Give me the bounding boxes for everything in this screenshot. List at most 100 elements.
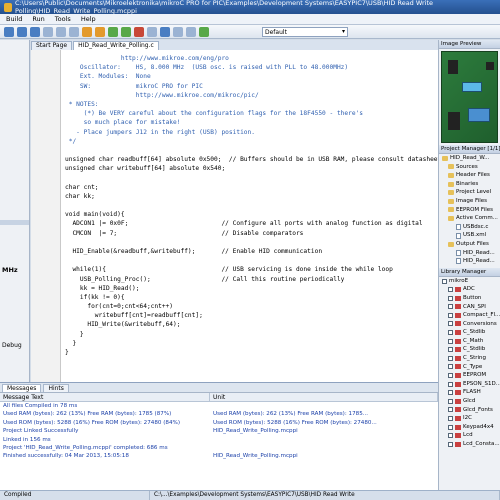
copy-icon[interactable]: [56, 26, 66, 37]
program-icon[interactable]: [134, 26, 144, 37]
tab-hints[interactable]: Hints: [43, 384, 69, 392]
library-item[interactable]: ADC: [442, 285, 500, 294]
open-file-icon[interactable]: [17, 26, 27, 37]
undo-icon[interactable]: [82, 26, 92, 37]
checkbox-icon[interactable]: [448, 390, 453, 396]
tab-messages[interactable]: Messages: [2, 384, 42, 392]
checkbox-icon[interactable]: [448, 287, 453, 293]
library-item[interactable]: Lcd: [442, 431, 500, 440]
redo-icon[interactable]: [95, 26, 105, 37]
checkbox-icon[interactable]: [448, 373, 453, 379]
checkbox-icon[interactable]: [448, 330, 453, 336]
board-chip: [448, 112, 460, 130]
message-row[interactable]: Used RAM (bytes): 262 (13%) Free RAM (by…: [0, 410, 438, 418]
cut-icon[interactable]: [43, 26, 53, 37]
message-row[interactable]: Used ROM (bytes): 5288 (16%) Free ROM (b…: [0, 419, 438, 427]
checkbox-icon[interactable]: [448, 424, 453, 430]
checkbox-icon[interactable]: [448, 364, 453, 370]
library-item[interactable]: CAN_SPI: [442, 303, 500, 312]
checkbox-icon[interactable]: [448, 347, 453, 353]
options-icon[interactable]: [147, 26, 157, 37]
new-file-icon[interactable]: [4, 26, 14, 37]
project-tree-item[interactable]: USB.xml: [442, 231, 500, 240]
library-icon: [455, 304, 461, 310]
library-item[interactable]: C_Math: [442, 337, 500, 346]
left-pane: MHz Debug: [0, 40, 30, 382]
library-item[interactable]: Button: [442, 294, 500, 303]
library-item[interactable]: EEPROM: [442, 371, 500, 380]
project-tree-item[interactable]: HID_Read...: [442, 257, 500, 266]
project-tree-item[interactable]: Active Comm...: [442, 214, 500, 223]
project-tree-item[interactable]: USBdsc.c: [442, 223, 500, 232]
message-row[interactable]: Linked in 156 ms: [0, 436, 438, 444]
build-all-icon[interactable]: [121, 26, 131, 37]
project-tree-item[interactable]: HID_Read_W...: [442, 154, 500, 163]
library-item[interactable]: Glcd_Fonts: [442, 406, 500, 415]
library-icon: [455, 416, 461, 422]
checkbox-icon[interactable]: [448, 312, 453, 318]
menu-help[interactable]: Help: [81, 15, 96, 23]
checkbox-icon[interactable]: [448, 381, 453, 387]
replace-icon[interactable]: [186, 26, 196, 37]
project-tree-item[interactable]: Project Level: [442, 188, 500, 197]
checkbox-icon[interactable]: [442, 278, 447, 284]
library-root[interactable]: mikroE: [442, 277, 500, 286]
project-tree-item[interactable]: HID_Read...: [442, 249, 500, 258]
debug-icon[interactable]: [160, 26, 170, 37]
message-row[interactable]: All files Compiled in 78 ms: [0, 402, 438, 410]
file-icon: [456, 224, 461, 231]
library-item[interactable]: Glcd: [442, 397, 500, 406]
checkbox-icon[interactable]: [448, 416, 453, 422]
column-unit[interactable]: Unit: [210, 393, 438, 401]
checkbox-icon[interactable]: [448, 355, 453, 361]
library-item[interactable]: Conversions: [442, 320, 500, 329]
code-editor[interactable]: http://www.mikroe.com/eng/pro Oscillator…: [31, 50, 438, 382]
library-item[interactable]: Keypad4x4: [442, 423, 500, 432]
checkbox-icon[interactable]: [448, 338, 453, 344]
project-tree-item[interactable]: EEPROM Files: [442, 206, 500, 215]
board-chip: [486, 62, 494, 70]
board-glcd-display: [468, 108, 490, 122]
tab-start-page[interactable]: Start Page: [31, 41, 73, 50]
run-icon[interactable]: [199, 26, 209, 37]
project-tree-item[interactable]: Sources: [442, 163, 500, 172]
checkbox-icon[interactable]: [448, 441, 453, 447]
menu-run[interactable]: Run: [32, 15, 44, 23]
message-row[interactable]: Project 'HID_Read_Write_Polling.mcppi' c…: [0, 444, 438, 452]
library-item[interactable]: C_Type: [442, 363, 500, 372]
checkbox-icon[interactable]: [448, 407, 453, 413]
tab-hid-read-write-polling[interactable]: HID_Read_Write_Polling.c: [73, 41, 159, 50]
checkbox-icon[interactable]: [448, 398, 453, 404]
library-item[interactable]: C_Stdlib: [442, 345, 500, 354]
project-tree-item[interactable]: Image Files: [442, 197, 500, 206]
checkbox-icon[interactable]: [448, 304, 453, 310]
library-item[interactable]: I2C: [442, 414, 500, 423]
message-row[interactable]: Finished successfully: 04 Mar 2013, 15:0…: [0, 452, 438, 460]
save-icon[interactable]: [30, 26, 40, 37]
library-item[interactable]: EPSON_S1D...: [442, 380, 500, 389]
menu-tools[interactable]: Tools: [55, 15, 71, 23]
project-tree-item[interactable]: Output Files: [442, 240, 500, 249]
build-config-select[interactable]: Default: [262, 27, 348, 37]
library-item[interactable]: Compact_Fl...: [442, 311, 500, 320]
find-icon[interactable]: [173, 26, 183, 37]
checkbox-icon[interactable]: [448, 295, 453, 301]
column-message-text[interactable]: Message Text: [0, 393, 210, 401]
library-icon: [455, 338, 461, 344]
menu-build[interactable]: Build: [6, 15, 22, 23]
library-item[interactable]: FLASH: [442, 388, 500, 397]
checkbox-icon[interactable]: [448, 321, 453, 327]
library-item[interactable]: C_Stdlib: [442, 328, 500, 337]
code-line: HID_Write(&writebuff,64);: [65, 321, 181, 329]
project-tree-item[interactable]: Binaries: [442, 180, 500, 189]
library-item[interactable]: Lcd_Consta...: [442, 440, 500, 449]
library-item[interactable]: C_String: [442, 354, 500, 363]
build-icon[interactable]: [108, 26, 118, 37]
project-tree-item[interactable]: Header Files: [442, 171, 500, 180]
code-line: http://www.mikroe.com/mikroc/pic/: [65, 91, 259, 99]
message-row[interactable]: Project Linked Successfully HID_Read_Writ…: [0, 427, 438, 435]
paste-icon[interactable]: [69, 26, 79, 37]
checkbox-icon[interactable]: [448, 433, 453, 439]
